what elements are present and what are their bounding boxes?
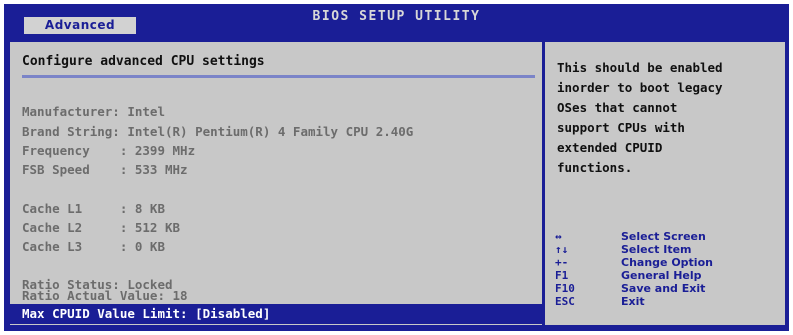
bios-screen: Advanced BIOS SETUP UTILITY Configure ad… [0, 0, 793, 335]
key-legend: ↔ Select Screen ↑↓ Select Item +- Change… [555, 230, 783, 308]
key-desc: Select Screen [621, 230, 706, 243]
help-line: functions. [557, 160, 633, 175]
key-row-exit: ESC Exit [555, 295, 783, 308]
max-cpuid-value-limit[interactable]: Max CPUID Value Limit: [Disabled] [22, 306, 270, 321]
help-line: inorder to boot legacy [557, 80, 723, 95]
brand-string-line: Brand String: Intel(R) Pentium(R) 4 Fami… [22, 124, 414, 139]
help-text: This should be enabled inorder to boot l… [557, 58, 781, 178]
help-line: This should be enabled [557, 60, 723, 75]
heading-divider [22, 75, 535, 78]
manufacturer-line: Manufacturer: Intel [22, 104, 165, 119]
key-desc: Change Option [621, 256, 713, 269]
key-row-select-screen: ↔ Select Screen [555, 230, 783, 243]
help-line: support CPUs with [557, 120, 685, 135]
bios-title: BIOS SETUP UTILITY [312, 9, 481, 24]
section-heading: Configure advanced CPU settings [22, 54, 265, 69]
help-line: extended CPUID [557, 140, 663, 155]
settings-panel: Configure advanced CPU settings Manufact… [10, 42, 542, 325]
key-desc: Save and Exit [621, 282, 706, 295]
key-desc: Exit [621, 295, 645, 308]
key-row-general-help: F1 General Help [555, 269, 783, 282]
key-f1: F1 [555, 269, 569, 282]
main-panel: Configure advanced CPU settings Manufact… [4, 34, 789, 331]
ratio-actual-line: Ratio Actual Value: 18 [22, 288, 188, 303]
key-row-change-option: +- Change Option [555, 256, 783, 269]
cache-l2-line: Cache L2 : 512 KB [22, 220, 181, 235]
frequency-line: Frequency : 2399 MHz [22, 143, 196, 158]
key-desc: General Help [621, 269, 702, 282]
key-f10: F10 [555, 282, 575, 295]
cache-l1-line: Cache L1 : 8 KB [22, 201, 165, 216]
cache-l3-line: Cache L3 : 0 KB [22, 239, 165, 254]
help-panel: This should be enabled inorder to boot l… [545, 42, 785, 325]
plus-minus-icon: +- [555, 256, 569, 269]
up-down-arrows-icon: ↑↓ [555, 243, 569, 256]
key-row-select-item: ↑↓ Select Item [555, 243, 783, 256]
fsb-speed-line: FSB Speed : 533 MHz [22, 162, 188, 177]
key-desc: Select Item [621, 243, 692, 256]
key-esc: ESC [555, 295, 575, 308]
title-bar: Advanced BIOS SETUP UTILITY [4, 4, 789, 34]
left-right-arrows-icon: ↔ [555, 230, 562, 243]
help-line: OSes that cannot [557, 100, 678, 115]
key-row-save-exit: F10 Save and Exit [555, 282, 783, 295]
